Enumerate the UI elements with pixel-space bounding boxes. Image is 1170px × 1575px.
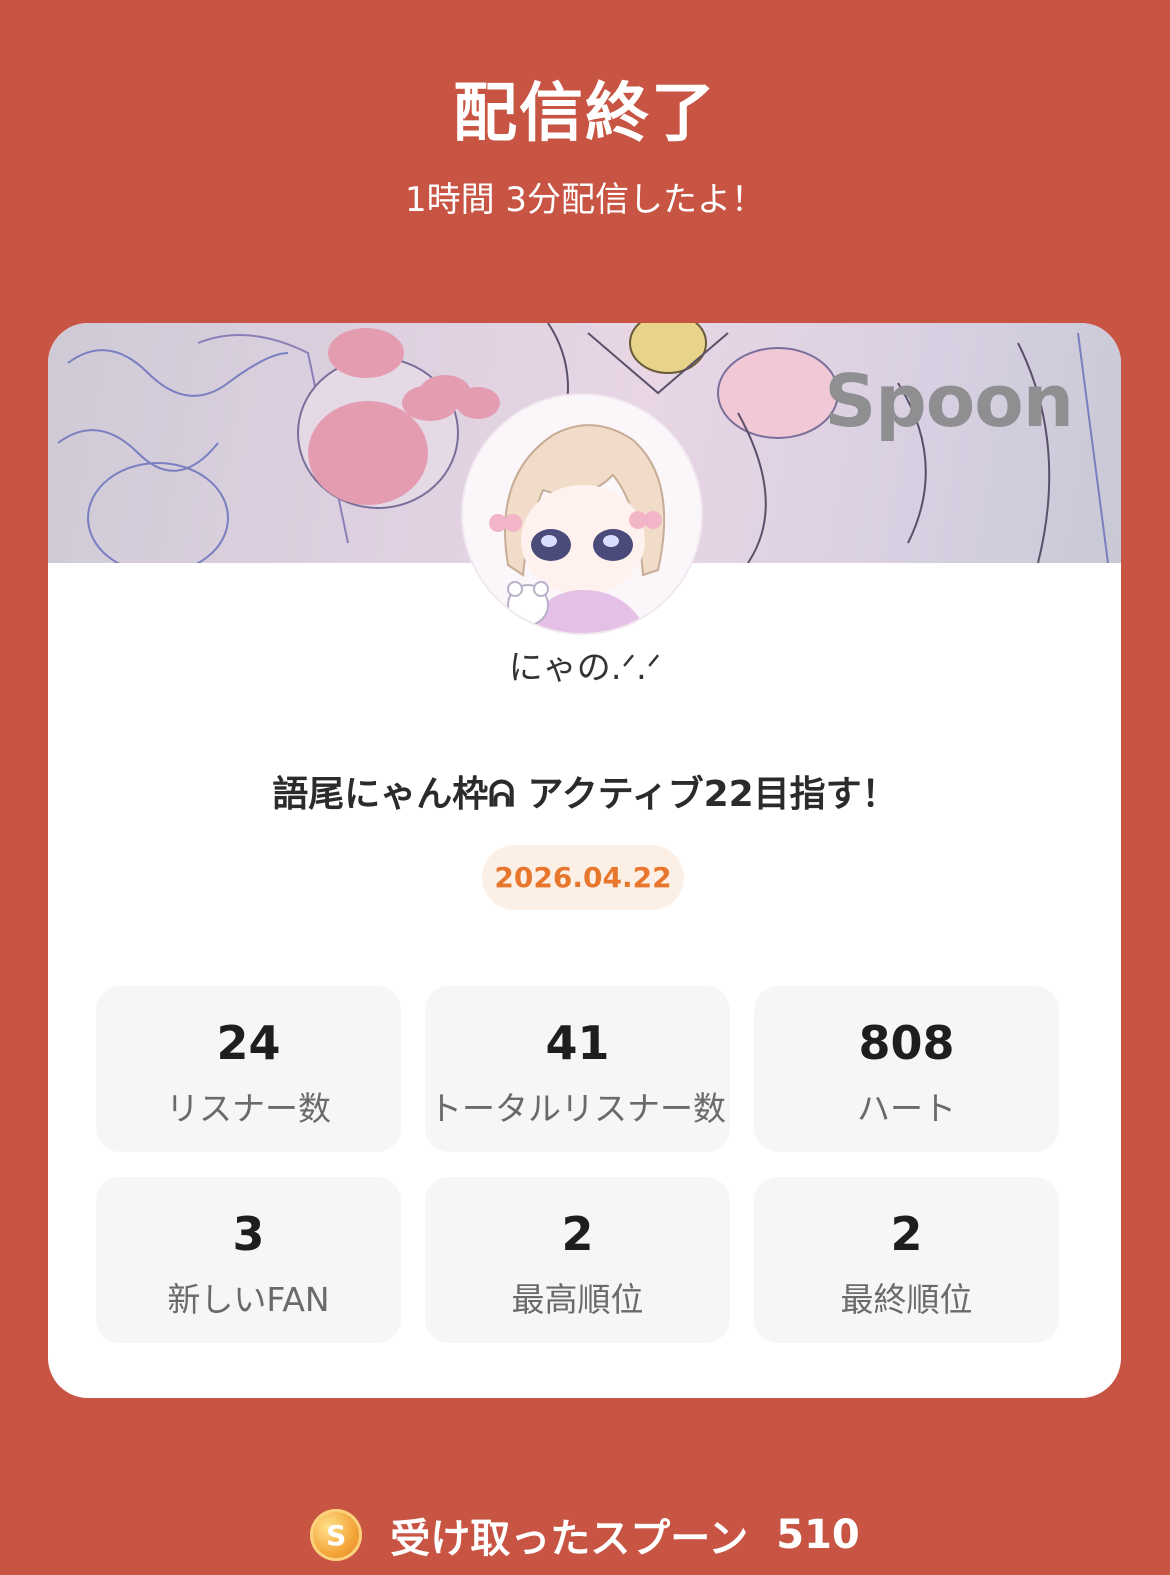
stat-listeners: 24 リスナー数 (96, 986, 401, 1152)
stat-label: 最終順位 (840, 1280, 973, 1319)
avatar-illustration (463, 395, 701, 633)
stat-label: トータルリスナー数 (429, 1089, 726, 1128)
broadcast-date: 2026.04.22 (482, 845, 684, 910)
live-title: 語尾にゃん枠ᕱ アクティブ22目指す！ (272, 774, 898, 815)
stat-final-rank: 2 最終順位 (754, 1177, 1059, 1343)
stat-hearts: 808 ハート (754, 986, 1059, 1152)
received-spoons: S 受け取ったスプーン 510 (0, 1500, 1170, 1570)
stat-label: 新しいFAN (167, 1280, 330, 1319)
page-title: 配信終了 (453, 77, 717, 151)
stat-value: 2 (561, 1207, 594, 1261)
stat-label: ハート (857, 1089, 956, 1128)
stat-value: 3 (232, 1207, 265, 1261)
broadcast-duration: 1時間 3分配信したよ！ (404, 180, 766, 220)
spoon-logo: Spoon (824, 359, 1074, 443)
stat-value: 24 (216, 1016, 281, 1070)
coin-letter: S (326, 1518, 347, 1552)
stat-value: 41 (545, 1016, 610, 1070)
stat-label: リスナー数 (166, 1089, 331, 1128)
username[interactable]: にゃの.ᐟ.ᐟ (0, 640, 1170, 689)
stat-highest-rank: 2 最高順位 (425, 1177, 730, 1343)
avatar[interactable] (463, 395, 701, 633)
stat-total-listeners: 41 トータルリスナー数 (425, 986, 730, 1152)
stat-value: 808 (858, 1016, 955, 1070)
stat-label: 最高順位 (511, 1280, 644, 1319)
received-spoons-value: 510 (776, 1512, 860, 1558)
stat-new-fans: 3 新しいFAN (96, 1177, 401, 1343)
received-spoons-label: 受け取ったスプーン (390, 1516, 749, 1562)
stat-value: 2 (890, 1207, 923, 1261)
spoon-coin-icon: S (310, 1509, 363, 1561)
